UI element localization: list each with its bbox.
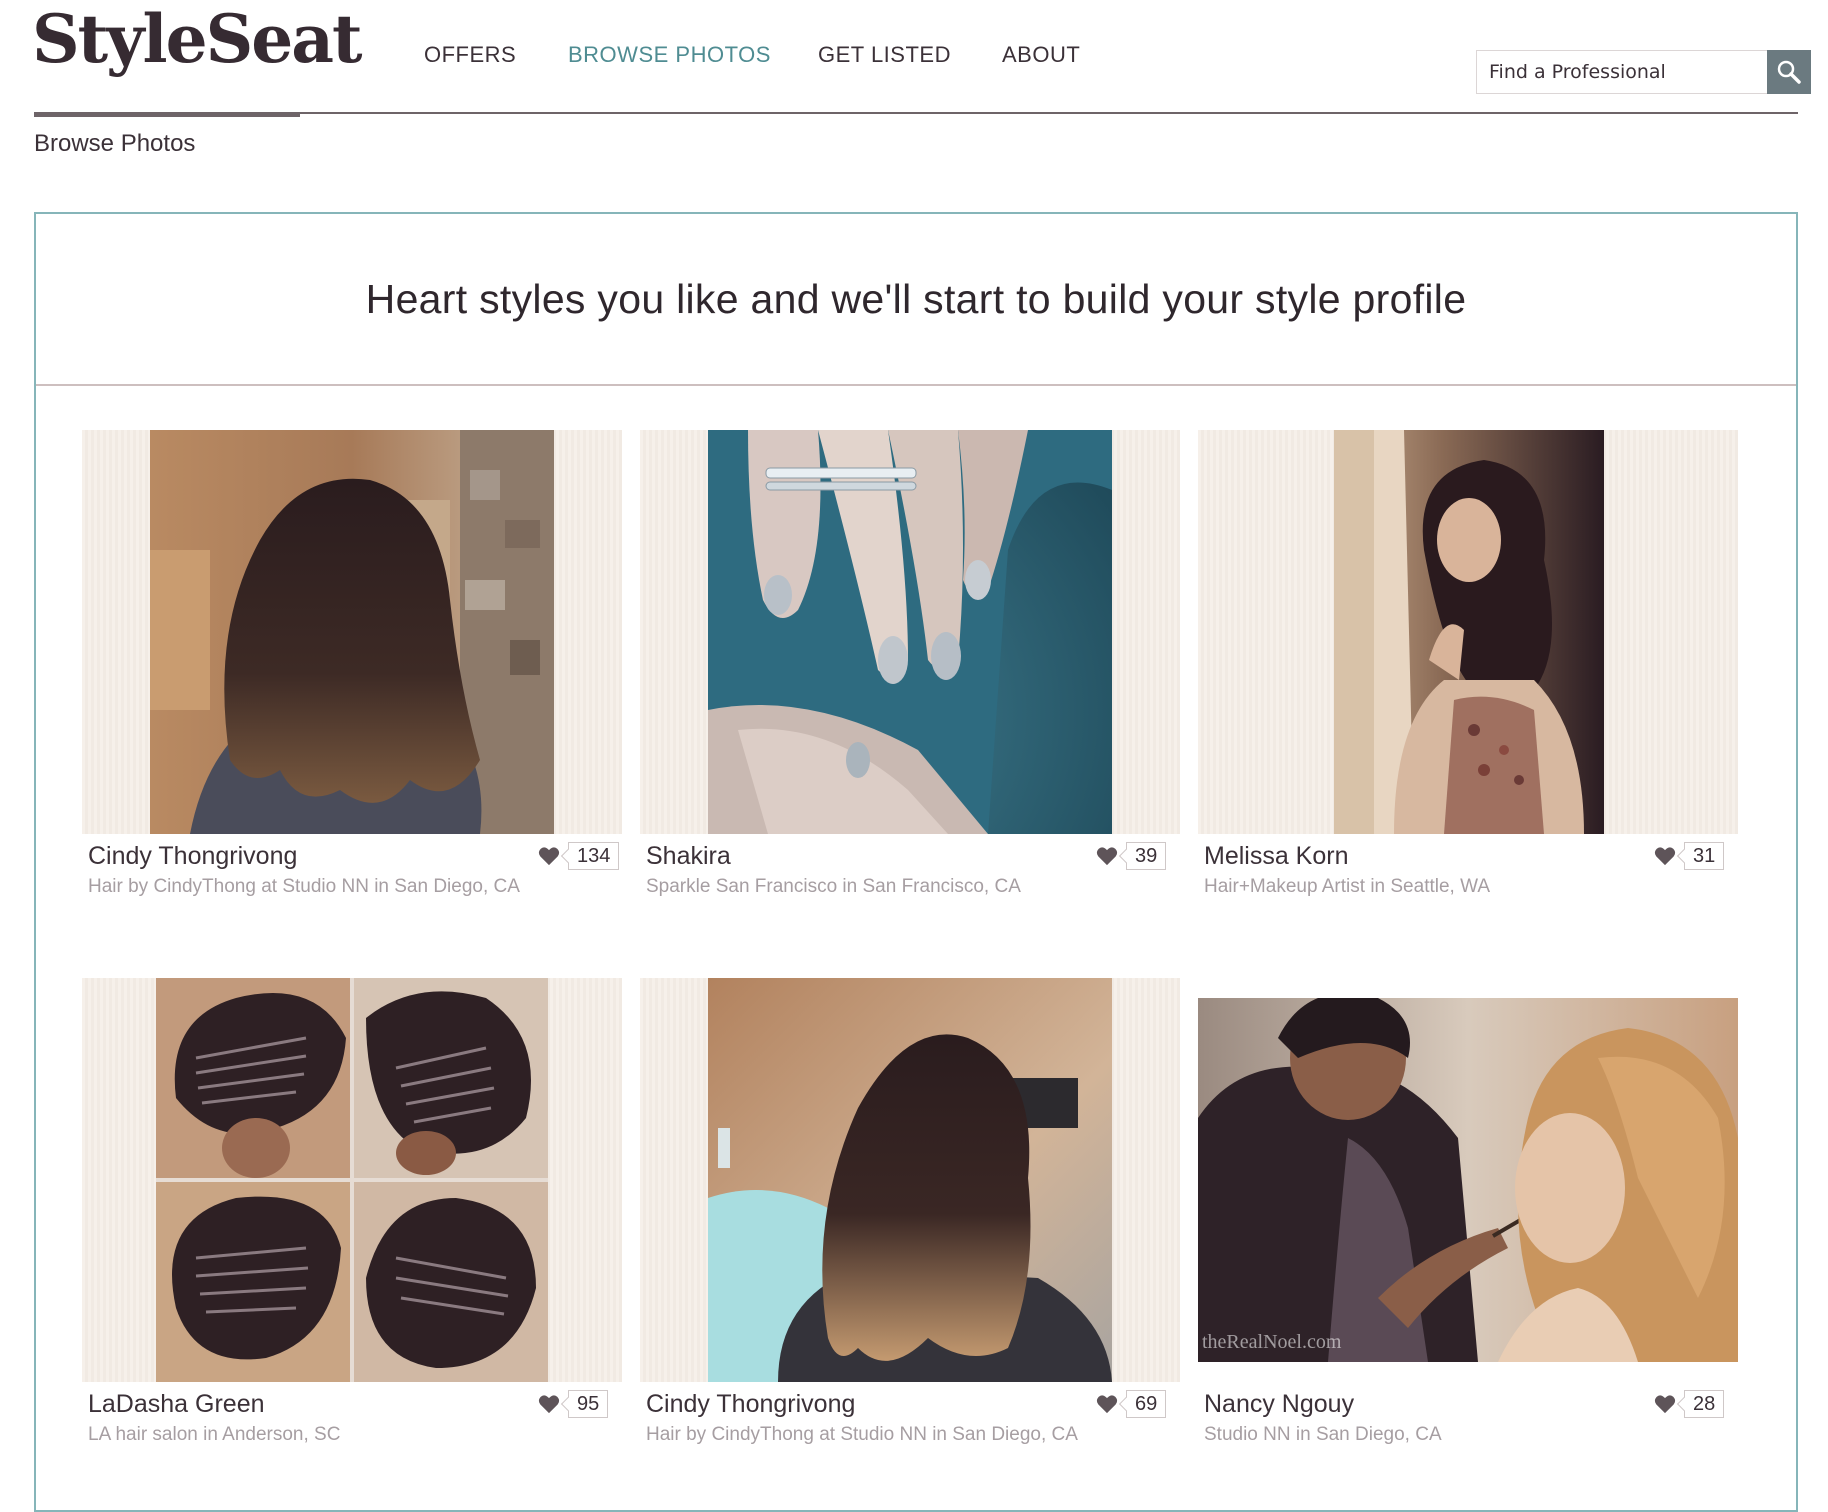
- search-box: [1476, 50, 1811, 94]
- photo-frame[interactable]: [640, 430, 1180, 834]
- like-count: 39: [1126, 842, 1167, 870]
- style-profile-panel: Heart styles you like and we'll start to…: [34, 212, 1798, 1512]
- panel-title: Heart styles you like and we'll start to…: [365, 275, 1467, 322]
- professional-name[interactable]: Shakira: [646, 842, 731, 871]
- photo-card[interactable]: theRealNoel.com Nancy Ngouy Studio NN in…: [1198, 978, 1738, 1445]
- nails-photo[interactable]: [708, 430, 1112, 834]
- professional-name[interactable]: Melissa Korn: [1204, 842, 1349, 871]
- panel-header: Heart styles you like and we'll start to…: [36, 214, 1796, 386]
- search-button[interactable]: [1767, 50, 1811, 94]
- heart-icon[interactable]: [538, 846, 560, 866]
- makeup-photo[interactable]: [1198, 998, 1738, 1362]
- photo-card[interactable]: LaDasha Green LA hair salon in Anderson,…: [82, 978, 622, 1445]
- professional-location: Hair+Makeup Artist in Seattle, WA: [1204, 876, 1490, 897]
- heart-icon[interactable]: [1654, 846, 1676, 866]
- like-count: 28: [1684, 1390, 1725, 1418]
- hairstyle-photo[interactable]: [150, 430, 554, 834]
- professional-name[interactable]: LaDasha Green: [88, 1390, 265, 1419]
- like-count: 31: [1684, 842, 1725, 870]
- styleseat-logo[interactable]: StyleSeat: [32, 6, 362, 72]
- photo-watermark: theRealNoel.com: [1202, 1331, 1342, 1353]
- heart-icon[interactable]: [1654, 1394, 1676, 1414]
- professional-name[interactable]: Nancy Ngouy: [1204, 1390, 1354, 1419]
- search-input[interactable]: [1477, 51, 1791, 93]
- photo-frame[interactable]: theRealNoel.com: [1198, 978, 1738, 1382]
- heart-icon[interactable]: [1096, 1394, 1118, 1414]
- photo-card[interactable]: Melissa Korn Hair+Makeup Artist in Seatt…: [1198, 430, 1738, 897]
- photo-frame[interactable]: [1198, 430, 1738, 834]
- photo-frame[interactable]: [82, 978, 622, 1382]
- heart-icon[interactable]: [1096, 846, 1118, 866]
- search-icon: [1777, 60, 1801, 84]
- professional-location: LA hair salon in Anderson, SC: [88, 1424, 341, 1445]
- photo-frame[interactable]: [640, 978, 1180, 1382]
- professional-location: Hair by CindyThong at Studio NN in San D…: [646, 1424, 1078, 1445]
- nav-offers[interactable]: OFFERS: [424, 42, 516, 68]
- photo-frame[interactable]: [82, 430, 622, 834]
- header-tab-indicator: [34, 112, 300, 117]
- professional-name[interactable]: Cindy Thongrivong: [646, 1390, 855, 1419]
- professional-location: Hair by CindyThong at Studio NN in San D…: [88, 876, 520, 897]
- braids-photo[interactable]: [156, 978, 548, 1382]
- hairstyle-photo[interactable]: [708, 978, 1112, 1382]
- photo-card[interactable]: Shakira Sparkle San Francisco in San Fra…: [640, 430, 1180, 897]
- nav-get-listed[interactable]: GET LISTED: [818, 42, 951, 68]
- like-count: 95: [568, 1390, 609, 1418]
- photo-card[interactable]: Cindy Thongrivong Hair by CindyThong at …: [640, 978, 1180, 1445]
- professional-name[interactable]: Cindy Thongrivong: [88, 842, 297, 871]
- breadcrumb: Browse Photos: [34, 130, 196, 157]
- like-count: 134: [568, 842, 620, 870]
- like-count: 69: [1126, 1390, 1167, 1418]
- nav-about[interactable]: ABOUT: [1002, 42, 1080, 68]
- professional-location: Studio NN in San Diego, CA: [1204, 1424, 1442, 1445]
- professional-location: Sparkle San Francisco in San Francisco, …: [646, 876, 1021, 897]
- nav-browse-photos[interactable]: BROWSE PHOTOS: [568, 42, 771, 68]
- photo-card[interactable]: Cindy Thongrivong Hair by CindyThong at …: [82, 430, 622, 897]
- heart-icon[interactable]: [538, 1394, 560, 1414]
- portrait-photo[interactable]: [1334, 430, 1604, 834]
